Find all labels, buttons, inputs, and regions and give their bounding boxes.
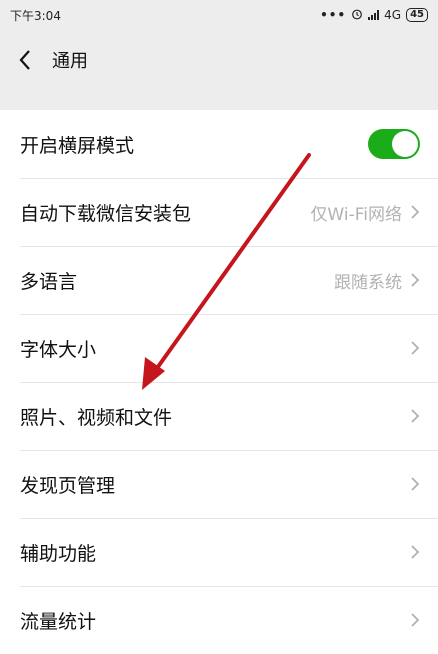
alarm-icon [351, 8, 363, 23]
landscape-mode-toggle[interactable] [368, 129, 420, 159]
settings-row-label: 流量统计 [20, 610, 97, 633]
settings-row[interactable]: 多语言 跟随系统 [0, 246, 438, 314]
signal-icon [368, 10, 380, 20]
chevron-right-icon [410, 544, 420, 560]
settings-row[interactable]: 发现页管理 [0, 450, 438, 518]
chevron-right-icon [410, 204, 420, 220]
settings-row[interactable]: 字体大小 [0, 314, 438, 382]
status-icons: ••• 4G 45 [320, 8, 428, 23]
more-dots-icon: ••• [320, 8, 347, 22]
settings-row-right [410, 612, 420, 628]
nav-bar: 通用 [0, 30, 438, 90]
settings-row-value: 跟随系统 [334, 272, 402, 293]
settings-row-label: 字体大小 [20, 338, 97, 361]
settings-row[interactable]: 自动下载微信安装包 仅Wi-Fi网络 [0, 178, 438, 246]
settings-row-right: 跟随系统 [334, 268, 420, 293]
settings-row[interactable]: 开启横屏模式 [0, 110, 438, 178]
settings-row[interactable]: 照片、视频和文件 [0, 382, 438, 450]
chevron-right-icon [410, 408, 420, 424]
settings-row-label: 照片、视频和文件 [20, 406, 173, 429]
settings-row-value: 仅Wi-Fi网络 [310, 204, 402, 225]
settings-row-right [368, 129, 420, 159]
chevron-right-icon [410, 476, 420, 492]
status-bar: 下午3:04 ••• 4G 45 [0, 0, 438, 30]
settings-row-right [410, 544, 420, 560]
network-type: 4G [384, 8, 402, 22]
settings-row-right: 仅Wi-Fi网络 [310, 200, 420, 225]
settings-row-label: 辅助功能 [20, 542, 97, 565]
settings-row-right [410, 408, 420, 424]
settings-list: 开启横屏模式自动下载微信安装包 仅Wi-Fi网络多语言 跟随系统字体大小照片、视频和… [0, 110, 438, 654]
battery-icon: 45 [406, 8, 428, 22]
settings-row-label: 开启横屏模式 [20, 134, 135, 157]
status-time: 下午3:04 [10, 8, 61, 23]
back-arrow-icon[interactable] [18, 49, 40, 71]
settings-row[interactable]: 流量统计 [0, 586, 438, 654]
page-title: 通用 [52, 51, 88, 72]
settings-row[interactable]: 辅助功能 [0, 518, 438, 586]
settings-row-label: 多语言 [20, 270, 78, 293]
chevron-right-icon [410, 272, 420, 288]
settings-row-label: 发现页管理 [20, 474, 116, 497]
settings-row-right [410, 476, 420, 492]
settings-row-label: 自动下载微信安装包 [20, 202, 192, 225]
chevron-right-icon [410, 340, 420, 356]
chevron-right-icon [410, 612, 420, 628]
settings-row-right [410, 340, 420, 356]
